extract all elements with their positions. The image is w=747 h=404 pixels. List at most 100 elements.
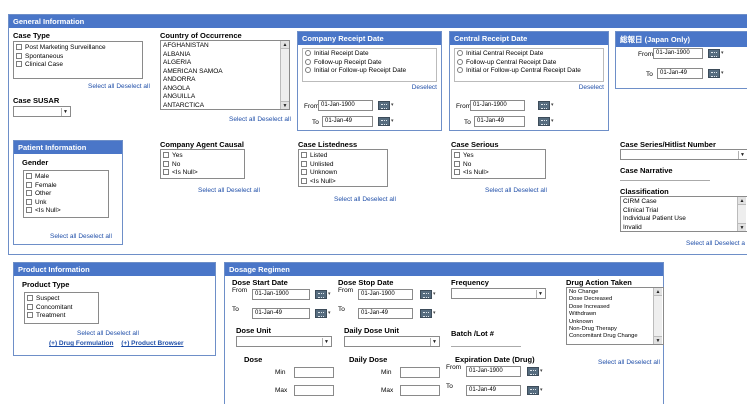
classification-list[interactable]: CIRM Case Clinical Trial Individual Pati… <box>620 196 747 232</box>
checkbox[interactable] <box>26 181 32 188</box>
scroll-down-icon[interactable]: ▼ <box>654 336 662 344</box>
gender-option[interactable]: Unk <box>24 198 108 208</box>
country-option[interactable]: ALGERIA <box>161 59 289 68</box>
dose-unit-select[interactable]: ▼ <box>236 336 332 347</box>
calendar-icon[interactable] <box>708 49 720 58</box>
radio-button[interactable] <box>457 58 463 65</box>
case-type-option[interactable]: Post Marketing Surveillance <box>14 44 142 53</box>
central-receipt-option[interactable]: Follow-up Central Receipt Date <box>455 58 603 68</box>
checkbox[interactable] <box>26 198 32 205</box>
country-option[interactable]: ANDORRA <box>161 76 289 85</box>
classification-deselect-all-link[interactable]: Deselect a <box>714 240 745 247</box>
chevron-down-icon[interactable]: ▾ <box>391 102 394 108</box>
case-serious-option[interactable]: Yes <box>452 152 545 161</box>
company-agent-causal-option[interactable]: Yes <box>161 152 244 161</box>
classification-option[interactable]: Clinical Trial <box>621 207 747 216</box>
product-type-option[interactable]: Concomitant <box>25 303 98 313</box>
checkbox[interactable] <box>301 169 307 175</box>
radio-button[interactable] <box>305 58 311 65</box>
calendar-icon[interactable] <box>708 69 720 78</box>
checkbox[interactable] <box>163 169 169 175</box>
company-agent-causal-deselect-all-link[interactable]: Deselect all <box>226 187 260 194</box>
drug-action-option[interactable]: No Change <box>567 289 663 296</box>
country-deselect-all-link[interactable]: Deselect all <box>257 116 291 123</box>
central-receipt-option[interactable]: Initial Central Receipt Date <box>455 50 603 59</box>
case-listedness-option[interactable]: Unlisted <box>299 160 387 170</box>
checkbox[interactable] <box>16 52 22 59</box>
classification-scrollbar[interactable]: ▲ ▼ <box>737 197 746 231</box>
company-agent-causal-option[interactable]: <Is Null> <box>161 169 244 178</box>
company-receipt-option[interactable]: Follow-up Receipt Date <box>303 58 436 68</box>
scroll-up-icon[interactable]: ▲ <box>738 197 746 205</box>
company-agent-causal-select-all-link[interactable]: Select all <box>198 187 224 194</box>
checkbox[interactable] <box>27 312 33 318</box>
product-type-option[interactable]: Treatment <box>25 312 98 321</box>
dose-stop-to-input[interactable]: 01-Jan-49 <box>358 308 413 319</box>
checkbox[interactable] <box>163 160 169 167</box>
country-option[interactable]: ANGOLA <box>161 85 289 94</box>
dose-min-input[interactable] <box>294 367 334 378</box>
chevron-down-icon[interactable]: ▾ <box>540 387 543 393</box>
chevron-down-icon[interactable]: ▾ <box>540 368 543 374</box>
checkbox[interactable] <box>454 160 460 167</box>
classification-select-all-link[interactable]: Select all <box>686 240 712 247</box>
daily-dose-min-input[interactable] <box>400 367 440 378</box>
case-serious-option[interactable]: <Is Null> <box>452 169 545 178</box>
case-listedness-deselect-all-link[interactable]: Deselect all <box>362 196 396 203</box>
case-listedness-option[interactable]: <Is Null> <box>299 177 387 187</box>
central-receipt-to-input[interactable]: 01-Jan-49 <box>474 116 525 127</box>
classification-option[interactable]: CIRM Case <box>621 198 747 207</box>
radio-button[interactable] <box>305 67 311 73</box>
checkbox[interactable] <box>16 61 22 67</box>
chevron-down-icon[interactable]: ▾ <box>721 50 724 56</box>
case-susar-select[interactable]: ▼ <box>13 106 71 117</box>
daily-dose-max-input[interactable] <box>400 385 440 396</box>
chevron-down-icon[interactable]: ▾ <box>328 291 331 297</box>
checkbox[interactable] <box>454 169 460 175</box>
product-type-deselect-all-link[interactable]: Deselect all <box>105 330 139 337</box>
gender-select-all-link[interactable]: Select all <box>50 233 76 240</box>
country-option[interactable]: ANTARCTICA <box>161 102 289 111</box>
country-scrollbar[interactable]: ▲ ▼ <box>280 41 289 109</box>
calendar-icon[interactable] <box>378 101 390 110</box>
radio-button[interactable] <box>457 67 463 73</box>
case-type-option[interactable]: Clinical Case <box>14 61 142 70</box>
drug-action-list[interactable]: No Change Dose Decreased Dose Increased … <box>566 287 664 345</box>
checkbox[interactable] <box>301 160 307 167</box>
batch-lot-input[interactable] <box>451 346 521 347</box>
calendar-icon[interactable] <box>538 117 550 126</box>
scroll-down-icon[interactable]: ▼ <box>738 223 746 231</box>
chevron-down-icon[interactable]: ▾ <box>551 102 554 108</box>
scroll-down-icon[interactable]: ▼ <box>281 101 289 109</box>
drug-action-option[interactable]: Dose Decreased <box>567 296 663 303</box>
dose-start-from-input[interactable]: 01-Jan-1900 <box>252 289 310 300</box>
drug-action-option[interactable]: Non-Drug Therapy <box>567 326 663 333</box>
company-receipt-from-input[interactable]: 01-Jan-1900 <box>318 100 373 111</box>
chevron-down-icon[interactable]: ▾ <box>721 70 724 76</box>
drug-action-option[interactable]: Unknown <box>567 319 663 326</box>
company-agent-causal-option[interactable]: No <box>161 160 244 170</box>
expiration-from-input[interactable]: 01-Jan-1900 <box>466 366 521 377</box>
drug-action-scrollbar[interactable]: ▲ ▼ <box>653 288 662 344</box>
drug-action-option[interactable]: Dose Increased <box>567 304 663 311</box>
country-select-all-link[interactable]: Select all <box>229 116 255 123</box>
chevron-down-icon[interactable]: ▾ <box>433 291 436 297</box>
checkbox[interactable] <box>27 295 33 301</box>
case-listedness-option[interactable]: Unknown <box>299 169 387 178</box>
country-option[interactable]: AFGHANISTAN <box>161 42 289 51</box>
japan-from-input[interactable]: 01-Jan-1900 <box>653 48 703 59</box>
checkbox[interactable] <box>454 152 460 158</box>
calendar-icon[interactable] <box>315 309 327 318</box>
scroll-up-icon[interactable]: ▲ <box>281 41 289 49</box>
checkbox[interactable] <box>163 152 169 158</box>
product-type-option[interactable]: Suspect <box>25 295 98 304</box>
checkbox[interactable] <box>27 303 33 310</box>
country-option[interactable]: AMERICAN SAMOA <box>161 68 289 77</box>
calendar-icon[interactable] <box>538 101 550 110</box>
checkbox[interactable] <box>16 44 22 50</box>
calendar-icon[interactable] <box>378 117 390 126</box>
product-browser-link[interactable]: (+) Product Browser <box>121 340 183 347</box>
case-listedness-option[interactable]: Listed <box>299 152 387 161</box>
gender-option[interactable]: Other <box>24 190 108 199</box>
case-series-select[interactable]: ▼ <box>620 149 747 160</box>
